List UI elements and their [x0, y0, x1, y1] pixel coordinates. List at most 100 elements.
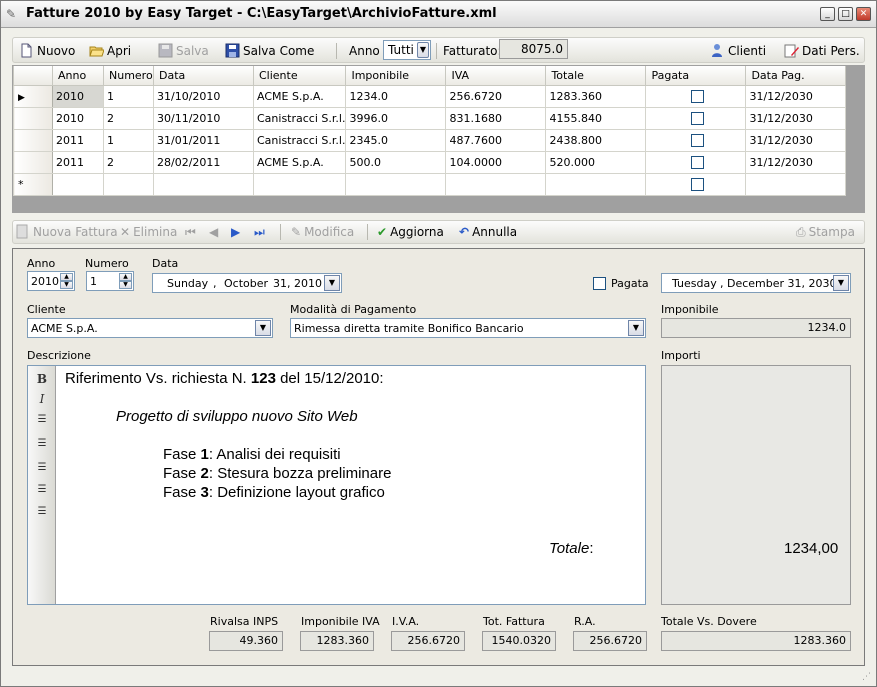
- new-cell[interactable]: [103, 172, 154, 196]
- anno-filter-select[interactable]: Tutti ▼: [383, 40, 431, 60]
- cell-totale[interactable]: 4155.840: [545, 106, 647, 130]
- chevron-down-icon[interactable]: ▼: [833, 275, 849, 291]
- first-record-button[interactable]: ⏮: [185, 223, 196, 241]
- spin-up-icon[interactable]: ▲: [60, 273, 73, 281]
- spin-down-icon[interactable]: ▼: [119, 281, 132, 289]
- new-row-marker[interactable]: *: [13, 172, 53, 196]
- nuovo-button[interactable]: Nuovo: [19, 42, 75, 60]
- cell-numero[interactable]: 1: [103, 84, 154, 108]
- column-header[interactable]: Numero: [103, 66, 154, 86]
- salva-come-button[interactable]: Salva Come: [225, 42, 314, 60]
- cell-iva[interactable]: 487.7600: [445, 128, 547, 152]
- spin-up-icon[interactable]: ▲: [119, 273, 132, 281]
- dati-pers-button[interactable]: Dati Pers.: [784, 42, 860, 60]
- outdent-icon[interactable]: ☰: [35, 462, 49, 476]
- new-cell[interactable]: [445, 172, 547, 196]
- cliente-select[interactable]: ACME S.p.A. ▼: [27, 318, 273, 338]
- table-row[interactable]: 2011 1 31/01/2011 Canistracci S.r.l. 234…: [13, 128, 847, 152]
- cell-cliente[interactable]: Canistracci S.r.l.: [252, 128, 347, 152]
- new-cell[interactable]: [52, 172, 104, 196]
- pagata-checkbox[interactable]: [690, 133, 704, 147]
- chevron-down-icon[interactable]: ▼: [628, 320, 644, 336]
- column-header[interactable]: Data: [153, 66, 254, 86]
- cell-anno[interactable]: 2011: [52, 150, 104, 174]
- pagata-checkbox[interactable]: [690, 89, 704, 103]
- nuova-fattura-button[interactable]: Nuova Fattura: [15, 223, 118, 241]
- chevron-down-icon[interactable]: ▼: [255, 320, 271, 336]
- cell-imponibile[interactable]: 3996.0: [345, 106, 447, 130]
- new-cell[interactable]: [153, 172, 254, 196]
- cell-cliente[interactable]: ACME S.p.A.: [252, 84, 347, 108]
- modalita-pagamento-select[interactable]: Rimessa diretta tramite Bonifico Bancari…: [290, 318, 646, 338]
- descrizione-rich-text-editor[interactable]: B I ☰ ☰ ☰ ☰ ☰ Riferimento Vs. richiesta …: [27, 365, 646, 605]
- cell-data-pag[interactable]: 31/12/2030: [745, 128, 847, 152]
- cell-numero[interactable]: 2: [103, 150, 154, 174]
- apri-button[interactable]: Apri: [89, 42, 131, 60]
- new-cell[interactable]: [545, 172, 647, 196]
- anno-spin-buttons[interactable]: ▲ ▼: [60, 273, 73, 289]
- cell-pagata[interactable]: [645, 150, 747, 174]
- current-row-indicator-icon[interactable]: ▶: [13, 84, 53, 108]
- cell-data[interactable]: 30/11/2010: [153, 106, 254, 130]
- spin-down-icon[interactable]: ▼: [60, 281, 73, 289]
- column-header[interactable]: Totale: [545, 66, 647, 86]
- column-header[interactable]: Pagata: [645, 66, 747, 86]
- align-justify-icon[interactable]: ☰: [35, 506, 49, 520]
- cell-pagata[interactable]: [645, 84, 747, 108]
- chevron-down-icon[interactable]: ▼: [324, 275, 340, 291]
- cell-data-pag[interactable]: 31/12/2030: [745, 150, 847, 174]
- annulla-button[interactable]: ↶ Annulla: [459, 223, 517, 241]
- modifica-button[interactable]: ✎ Modifica: [291, 223, 354, 241]
- cell-imponibile[interactable]: 2345.0: [345, 128, 447, 152]
- indent-icon[interactable]: ☰: [35, 438, 49, 452]
- data-date-picker[interactable]: Sunday , October 31, 2010 ▼: [152, 273, 342, 293]
- stampa-button[interactable]: ⎙ Stampa: [796, 223, 855, 241]
- cell-cliente[interactable]: Canistracci S.r.l.: [252, 106, 347, 130]
- cell-iva[interactable]: 831.1680: [445, 106, 547, 130]
- cell-data[interactable]: 31/01/2011: [153, 128, 254, 152]
- salva-button[interactable]: Salva: [158, 42, 209, 60]
- clienti-button[interactable]: Clienti: [710, 42, 766, 60]
- italic-icon[interactable]: I: [35, 392, 49, 406]
- cell-anno[interactable]: 2011: [52, 128, 104, 152]
- numero-stepper[interactable]: 1 ▲ ▼: [86, 271, 134, 291]
- pagata-checkbox[interactable]: [593, 277, 606, 290]
- pagata-checkbox[interactable]: [690, 177, 704, 191]
- cell-data[interactable]: 28/02/2011: [153, 150, 254, 174]
- row-header[interactable]: [13, 106, 53, 130]
- cell-pagata[interactable]: [645, 106, 747, 130]
- elimina-button[interactable]: ✕ Elimina: [120, 223, 177, 241]
- cell-numero[interactable]: 2: [103, 106, 154, 130]
- next-record-button[interactable]: ▶: [231, 223, 240, 241]
- cell-imponibile[interactable]: 1234.0: [345, 84, 447, 108]
- bullet-list-icon[interactable]: ☰: [35, 414, 49, 428]
- table-row[interactable]: 2010 2 30/11/2010 Canistracci S.r.l. 399…: [13, 106, 847, 130]
- cell-cliente[interactable]: ACME S.p.A.: [252, 150, 347, 174]
- last-record-button[interactable]: ⏭: [254, 223, 265, 241]
- cell-data[interactable]: 31/10/2010: [153, 84, 254, 108]
- maximize-button[interactable]: □: [838, 7, 853, 21]
- row-header[interactable]: [13, 128, 53, 152]
- data-pagamento-picker[interactable]: Tuesday , December 31, 2030 ▼: [661, 273, 851, 293]
- new-row[interactable]: *: [13, 172, 847, 196]
- aggiorna-button[interactable]: ✔ Aggiorna: [377, 223, 444, 241]
- column-header[interactable]: Cliente: [252, 66, 347, 86]
- minimize-button[interactable]: _: [820, 7, 835, 21]
- cell-data-pag[interactable]: 31/12/2030: [745, 84, 847, 108]
- new-cell[interactable]: [252, 172, 347, 196]
- anno-stepper[interactable]: 2010 ▲ ▼: [27, 271, 75, 291]
- cell-imponibile[interactable]: 500.0: [345, 150, 447, 174]
- cell-data-pag[interactable]: 31/12/2030: [745, 106, 847, 130]
- cell-pagata[interactable]: [645, 172, 747, 196]
- column-header[interactable]: Anno: [52, 66, 104, 86]
- cell-totale[interactable]: 1283.360: [545, 84, 647, 108]
- resize-grip-icon[interactable]: ⋰: [862, 672, 874, 684]
- align-left-icon[interactable]: ☰: [35, 484, 49, 498]
- column-header[interactable]: Data Pag.: [745, 66, 847, 86]
- cell-pagata[interactable]: [645, 128, 747, 152]
- new-cell[interactable]: [345, 172, 447, 196]
- cell-iva[interactable]: 256.6720: [445, 84, 547, 108]
- cell-iva[interactable]: 104.0000: [445, 150, 547, 174]
- new-cell[interactable]: [745, 172, 847, 196]
- chevron-down-icon[interactable]: ▼: [417, 42, 429, 58]
